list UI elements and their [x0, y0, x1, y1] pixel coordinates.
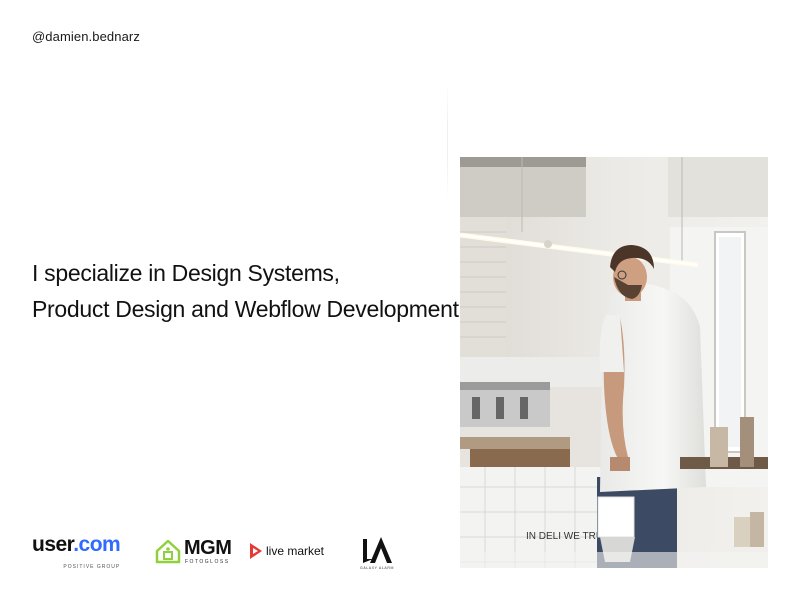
- client-logo-mgm[interactable]: MGM FOTOGLOSS: [154, 537, 232, 566]
- client-logo-la[interactable]: GALAXY ALARM: [360, 535, 394, 570]
- hero-photo: IN DELI WE TRUST: [460, 157, 768, 568]
- mgm-wordmark: MGM: [184, 537, 232, 559]
- mgm-tagline: FOTOGLOSS: [185, 559, 230, 565]
- live-market-icon: [250, 543, 262, 559]
- social-handle[interactable]: @damien.bednarz: [32, 29, 140, 44]
- mgm-house-icon: [155, 539, 181, 564]
- divider-line: [447, 82, 448, 202]
- user-com-wordmark: user: [32, 533, 74, 556]
- client-logos: user.com POSITIVE GROUP MGM FOTOGLOSS li…: [32, 532, 412, 572]
- user-com-dot: .com: [73, 533, 121, 556]
- user-com-tagline: POSITIVE GROUP: [63, 564, 121, 570]
- la-tagline: GALAXY ALARM: [360, 566, 394, 570]
- la-icon: [363, 537, 392, 563]
- live-market-wordmark: live market: [266, 544, 325, 558]
- page: @damien.bednarz I specialize in Design S…: [0, 0, 800, 600]
- client-logo-user-com[interactable]: user.com POSITIVE GROUP: [32, 533, 121, 571]
